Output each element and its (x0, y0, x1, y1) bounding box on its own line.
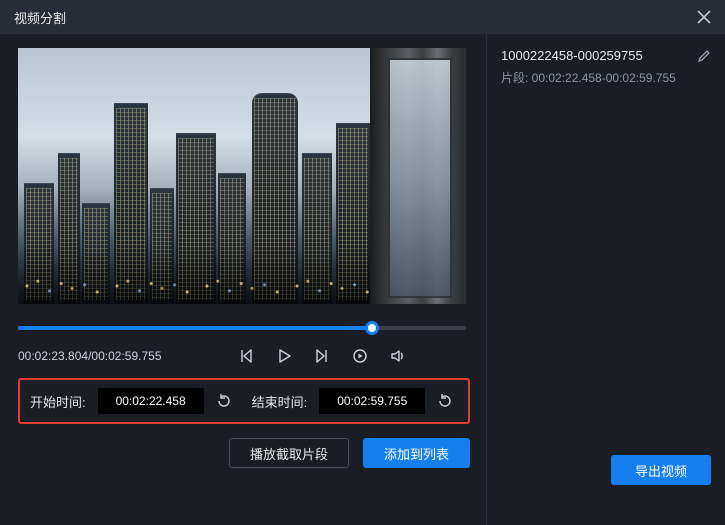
next-frame-icon[interactable] (314, 348, 330, 364)
current-time: 00:02:23.804 (18, 349, 88, 363)
end-time-label: 结束时间: (252, 392, 308, 411)
segment-name-row: 1000222458-000259755 (501, 48, 711, 63)
play-segment-button[interactable]: 播放截取片段 (229, 438, 349, 468)
video-preview[interactable] (18, 48, 466, 304)
playback-controls (238, 348, 406, 364)
prev-frame-icon[interactable] (238, 348, 254, 364)
dialog-body: 00:02:23.804/00:02:59.755 开始时间: 结束时间: 播放… (0, 34, 725, 525)
reset-start-icon[interactable] (216, 393, 232, 409)
play-icon[interactable] (276, 348, 292, 364)
loop-icon[interactable] (352, 348, 368, 364)
volume-icon[interactable] (390, 348, 406, 364)
titlebar: 视频分割 (0, 0, 725, 34)
segment-name: 1000222458-000259755 (501, 48, 643, 63)
start-time-label: 开始时间: (30, 392, 86, 411)
progress-slider[interactable] (18, 326, 466, 330)
duration-time: 00:02:59.755 (91, 349, 161, 363)
time-range-box: 开始时间: 结束时间: (18, 378, 470, 424)
reset-end-icon[interactable] (437, 393, 453, 409)
edit-icon[interactable] (697, 49, 711, 63)
segment-range: 片段: 00:02:22.458-00:02:59.755 (501, 69, 711, 86)
bottom-buttons: 播放截取片段 添加到列表 (18, 438, 470, 468)
export-button[interactable]: 导出视频 (611, 455, 711, 485)
export-wrap: 导出视频 (501, 455, 711, 511)
add-to-list-button[interactable]: 添加到列表 (363, 438, 470, 468)
close-icon[interactable] (697, 10, 711, 24)
playback-row: 00:02:23.804/00:02:59.755 (18, 348, 466, 364)
start-time-input[interactable] (98, 388, 204, 414)
end-time-input[interactable] (319, 388, 425, 414)
right-panel: 1000222458-000259755 片段: 00:02:22.458-00… (486, 34, 725, 525)
left-panel: 00:02:23.804/00:02:59.755 开始时间: 结束时间: 播放… (0, 34, 486, 525)
time-display: 00:02:23.804/00:02:59.755 (18, 349, 162, 363)
dialog-title: 视频分割 (14, 8, 66, 27)
